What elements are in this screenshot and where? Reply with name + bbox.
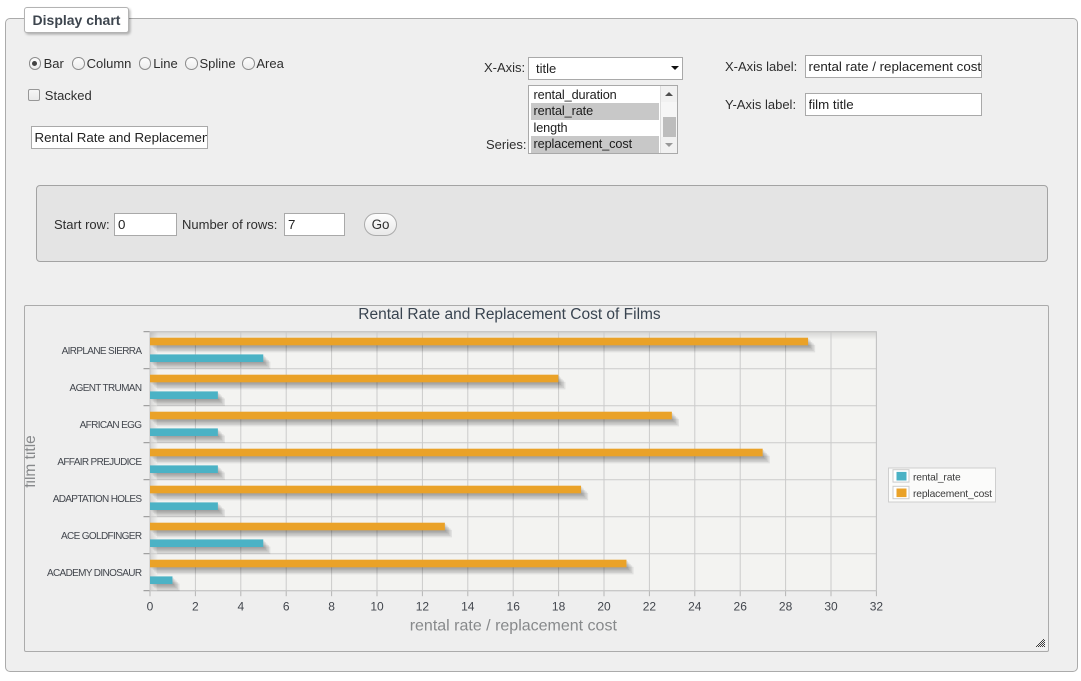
svg-text:24: 24 [688, 599, 702, 613]
svg-text:6: 6 [283, 599, 290, 613]
svg-text:rental_rate: rental_rate [913, 472, 961, 483]
svg-text:AFFAIR PREJUDICE: AFFAIR PREJUDICE [57, 456, 142, 467]
svg-text:film title: film title [25, 435, 39, 488]
svg-text:22: 22 [643, 599, 657, 613]
svg-text:28: 28 [779, 599, 793, 613]
svg-text:4: 4 [237, 599, 244, 613]
svg-text:8: 8 [328, 599, 335, 613]
svg-text:12: 12 [416, 599, 430, 613]
svg-text:20: 20 [597, 599, 611, 613]
svg-text:2: 2 [192, 599, 199, 613]
svg-text:14: 14 [461, 599, 475, 613]
svg-text:26: 26 [734, 599, 748, 613]
svg-text:rental rate / replacement cost: rental rate / replacement cost [410, 617, 618, 634]
svg-text:replacement_cost: replacement_cost [913, 488, 992, 499]
svg-text:10: 10 [370, 599, 384, 613]
svg-text:18: 18 [552, 599, 566, 613]
svg-text:AGENT TRUMAN: AGENT TRUMAN [70, 382, 142, 393]
svg-text:AIRPLANE SIERRA: AIRPLANE SIERRA [62, 345, 143, 356]
svg-text:16: 16 [507, 599, 521, 613]
svg-text:ACADEMY DINOSAUR: ACADEMY DINOSAUR [47, 567, 142, 578]
svg-text:Rental Rate and Replacement Co: Rental Rate and Replacement Cost of Film… [358, 306, 661, 323]
svg-text:ADAPTATION HOLES: ADAPTATION HOLES [53, 493, 143, 504]
svg-text:AFRICAN EGG: AFRICAN EGG [80, 419, 143, 430]
svg-text:0: 0 [147, 599, 154, 613]
svg-text:30: 30 [824, 599, 838, 613]
svg-text:ACE GOLDFINGER: ACE GOLDFINGER [61, 530, 142, 541]
svg-text:32: 32 [870, 599, 884, 613]
